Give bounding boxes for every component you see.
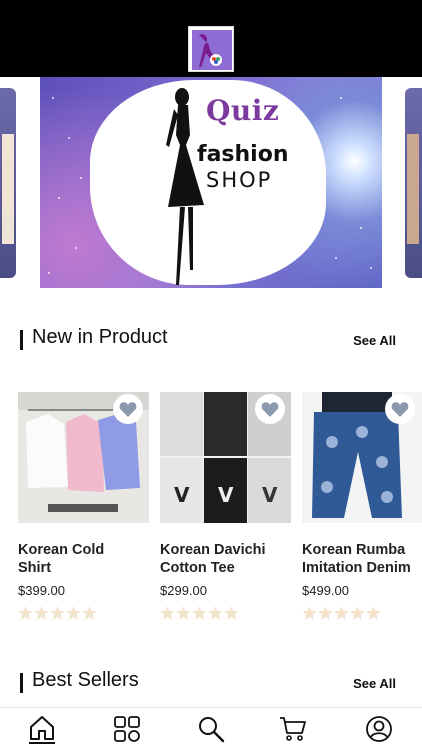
product-price: $299.00: [160, 583, 207, 598]
previous-banner-card[interactable]: [0, 88, 16, 278]
star-icon: [350, 606, 365, 620]
product-rating: [160, 606, 291, 620]
categories-icon: [114, 716, 140, 742]
heart-icon: [261, 402, 279, 417]
product-image[interactable]: [18, 392, 149, 523]
star-icon: [82, 606, 97, 620]
banner-carousel[interactable]: Quiz fashion SHOP: [0, 77, 422, 290]
product-card[interactable]: Korean Rumba Imitation Denim $499.00: [302, 392, 422, 620]
star-icon: [176, 606, 191, 620]
section-title: Best Sellers: [32, 669, 139, 691]
product-price: $399.00: [18, 583, 65, 598]
product-name[interactable]: Korean Cold Shirt: [18, 541, 149, 577]
nav-home[interactable]: [27, 714, 57, 744]
product-price: $499.00: [302, 583, 349, 598]
see-all-best-sellers-button[interactable]: See All: [353, 676, 396, 691]
svg-text:V: V: [218, 483, 234, 507]
star-icon: [208, 606, 223, 620]
star-icon: [66, 606, 81, 620]
star-icon: [302, 606, 317, 620]
next-banner-card[interactable]: [405, 88, 422, 278]
star-icon: [334, 606, 349, 620]
see-all-new-in-button[interactable]: See All: [353, 333, 396, 348]
product-image[interactable]: V V V: [160, 392, 291, 523]
star-icon: [50, 606, 65, 620]
brand-logo[interactable]: [188, 26, 234, 72]
banner-title-fashion: fashion: [197, 142, 289, 167]
banner-title-quiz: Quiz: [206, 94, 280, 127]
star-icon: [224, 606, 239, 620]
cart-icon: [280, 717, 306, 741]
product-image[interactable]: [302, 392, 422, 523]
profile-icon: [366, 716, 392, 742]
star-icon: [160, 606, 175, 620]
product-card[interactable]: Korean Cold Shirt $399.00: [18, 392, 149, 620]
nav-search[interactable]: [196, 714, 226, 744]
star-icon: [192, 606, 207, 620]
product-card[interactable]: V V V Korean Davichi Cotton Tee $299.00: [160, 392, 291, 620]
heart-icon: [391, 402, 409, 417]
product-rating: [302, 606, 422, 620]
favorite-button[interactable]: [113, 394, 143, 424]
new-in-section-header: New in Product See All: [20, 326, 402, 354]
section-title: New in Product: [32, 326, 168, 348]
bottom-navigation: [0, 707, 422, 751]
star-icon: [34, 606, 49, 620]
section-accent-bar: [20, 330, 23, 350]
product-rating: [18, 606, 149, 620]
product-carousel[interactable]: Korean Cold Shirt $399.00 V V V Korean D…: [0, 392, 422, 632]
search-icon: [199, 717, 225, 743]
best-sellers-section-header: Best Sellers See All: [20, 669, 402, 697]
home-icon: [29, 716, 55, 744]
svg-text:V: V: [174, 483, 190, 507]
heart-icon: [119, 402, 137, 417]
nav-categories[interactable]: [112, 714, 142, 744]
nav-profile[interactable]: [364, 714, 394, 744]
fashion-model-silhouette: [166, 88, 204, 285]
favorite-button[interactable]: [385, 394, 415, 424]
favorite-button[interactable]: [255, 394, 285, 424]
star-icon: [318, 606, 333, 620]
product-name[interactable]: Korean Davichi Cotton Tee: [160, 541, 291, 577]
banner-title-shop: SHOP: [206, 168, 273, 192]
main-banner[interactable]: Quiz fashion SHOP: [40, 77, 382, 288]
top-bar: [0, 0, 422, 77]
star-icon: [18, 606, 33, 620]
product-name[interactable]: Korean Rumba Imitation Denim: [302, 541, 422, 577]
nav-cart[interactable]: [278, 714, 308, 744]
section-accent-bar: [20, 673, 23, 693]
star-icon: [366, 606, 381, 620]
svg-text:V: V: [262, 483, 278, 507]
